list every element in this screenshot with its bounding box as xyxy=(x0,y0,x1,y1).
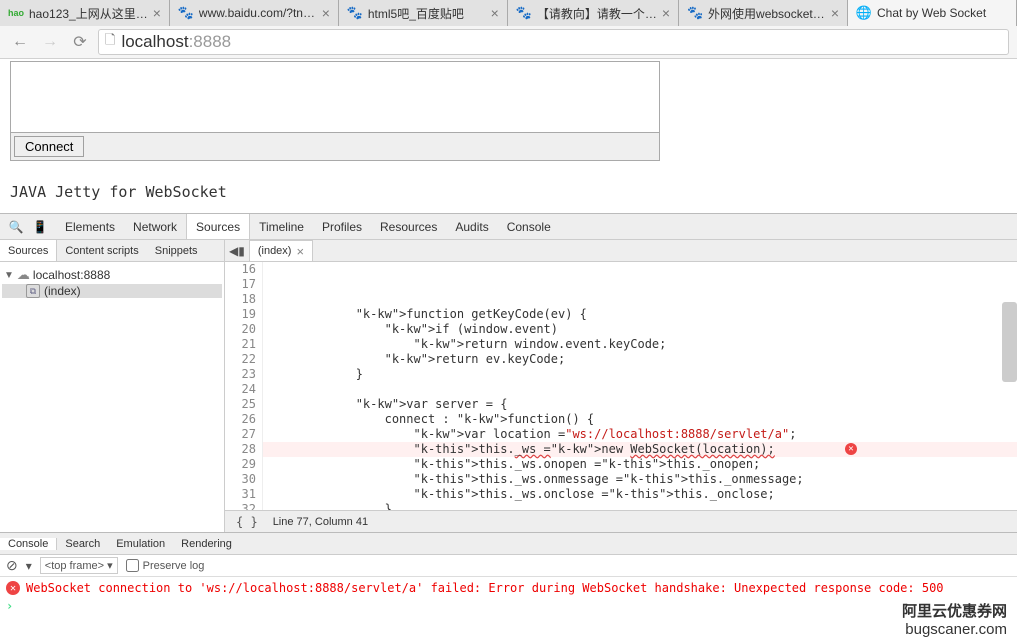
preserve-log-input[interactable] xyxy=(126,559,139,572)
tab-audits[interactable]: Audits xyxy=(446,214,497,239)
console-error-msg[interactable]: ✕ WebSocket connection to 'ws://localhos… xyxy=(0,579,1017,597)
tab-resources[interactable]: Resources xyxy=(371,214,446,239)
tab-title: www.baidu.com/?tn… xyxy=(199,6,317,20)
forward-button[interactable]: → xyxy=(38,30,62,54)
close-icon[interactable]: × xyxy=(322,6,330,20)
triangle-down-icon: ▼ xyxy=(4,270,14,281)
close-icon[interactable]: × xyxy=(296,244,304,259)
error-text: WebSocket connection to 'ws://localhost:… xyxy=(26,581,944,595)
sidebar-tab-content-scripts[interactable]: Content scripts xyxy=(57,240,146,261)
console-prompt[interactable]: › xyxy=(0,597,1017,615)
devtools: 🔍 📱 Elements Network Sources Timeline Pr… xyxy=(0,213,1017,615)
sidebar-tabs: Sources Content scripts Snippets xyxy=(0,240,224,262)
scrollbar-thumb[interactable] xyxy=(1002,302,1017,382)
browser-tab[interactable]: 🐾 外网使用websocket… × xyxy=(679,0,848,26)
favicon-baidu: 🐾 xyxy=(347,5,363,21)
close-icon[interactable]: × xyxy=(662,6,670,20)
sources-sidebar: Sources Content scripts Snippets ▼ ☁ loc… xyxy=(0,240,225,532)
tab-console[interactable]: Console xyxy=(498,214,560,239)
console-drawer: Console Search Emulation Rendering ⊘ ▾ <… xyxy=(0,532,1017,615)
tree-file-index[interactable]: ⧉ (index) xyxy=(2,284,222,298)
watermark: 阿里云优惠券网 bugscaner.com xyxy=(902,603,1007,641)
page-icon: ⧉ xyxy=(26,284,40,298)
connect-row: Connect xyxy=(10,133,660,161)
file-tab-label: (index) xyxy=(258,245,292,257)
file-label: (index) xyxy=(44,284,81,298)
browser-tab[interactable]: 🐾 html5吧_百度贴吧 × xyxy=(339,0,508,26)
page-content: Connect JAVA Jetty for WebSocket xyxy=(0,61,1017,201)
tab-title: hao123_上网从这里… xyxy=(29,5,148,22)
close-icon[interactable]: × xyxy=(831,6,839,20)
source-file-tab[interactable]: (index) × xyxy=(249,240,313,261)
page-footer-text: JAVA Jetty for WebSocket xyxy=(10,183,1007,201)
devtools-body: Sources Content scripts Snippets ▼ ☁ loc… xyxy=(0,240,1017,532)
preserve-log-checkbox[interactable]: Preserve log xyxy=(126,559,205,572)
tab-title: 【请教向】请教一个… xyxy=(537,5,657,22)
chevron-right-icon: › xyxy=(6,599,13,613)
close-icon[interactable]: × xyxy=(153,6,161,20)
sidebar-tab-snippets[interactable]: Snippets xyxy=(147,240,206,261)
url-bar: ← → ⟳ 🗋 localhost:8888 xyxy=(0,26,1017,59)
source-status-bar: { } Line 77, Column 41 xyxy=(225,510,1017,532)
back-button[interactable]: ← xyxy=(8,30,32,54)
cloud-icon: ☁ xyxy=(17,267,30,283)
console-tabs: Console Search Emulation Rendering xyxy=(0,533,1017,555)
code-editor[interactable]: 1617181920212223242526272829303132 "k-kw… xyxy=(225,262,1017,510)
device-icon[interactable]: 📱 xyxy=(28,215,52,239)
favicon-globe: 🌐 xyxy=(856,5,872,21)
origin-label: localhost:8888 xyxy=(33,268,110,282)
file-nav-icons[interactable]: ◀▮ xyxy=(229,244,245,258)
browser-tabs-bar: hao hao123_上网从这里… × 🐾 www.baidu.com/?tn…… xyxy=(0,0,1017,26)
tab-title: 外网使用websocket… xyxy=(708,5,826,22)
console-messages: ✕ WebSocket connection to 'ws://localhos… xyxy=(0,577,1017,615)
tab-title: Chat by Web Socket xyxy=(877,6,1008,20)
error-icon: ✕ xyxy=(6,581,20,595)
favicon-baidu: 🐾 xyxy=(687,5,703,21)
console-tab-search[interactable]: Search xyxy=(57,538,108,550)
page-icon: 🗋 xyxy=(105,31,115,53)
source-file-tabs: ◀▮ (index) × xyxy=(225,240,1017,262)
devtools-main-tabs: Elements Network Sources Timeline Profil… xyxy=(56,214,560,239)
filter-icon[interactable]: ▾ xyxy=(26,559,32,573)
tab-sources[interactable]: Sources xyxy=(186,214,250,239)
cursor-position: Line 77, Column 41 xyxy=(273,516,368,528)
chat-textarea[interactable] xyxy=(10,61,660,133)
tab-network[interactable]: Network xyxy=(124,214,186,239)
source-panel: ◀▮ (index) × 161718192021222324252627282… xyxy=(225,240,1017,532)
browser-tab[interactable]: 🐾 【请教向】请教一个… × xyxy=(508,0,679,26)
favicon-hao123: hao xyxy=(8,5,24,21)
tree-origin[interactable]: ▼ ☁ localhost:8888 xyxy=(2,266,222,284)
file-tree: ▼ ☁ localhost:8888 ⧉ (index) xyxy=(0,262,224,302)
browser-tab[interactable]: 🐾 www.baidu.com/?tn… × xyxy=(170,0,339,26)
tab-title: html5吧_百度贴吧 xyxy=(368,5,486,22)
clear-console-icon[interactable]: ⊘ xyxy=(6,557,18,574)
line-gutter: 1617181920212223242526272829303132 xyxy=(225,262,263,510)
browser-tab-active[interactable]: 🌐 Chat by Web Socket xyxy=(848,0,1017,26)
tab-profiles[interactable]: Profiles xyxy=(313,214,371,239)
favicon-baidu: 🐾 xyxy=(178,5,194,21)
pretty-print-icon[interactable]: { } xyxy=(231,515,263,529)
browser-tab[interactable]: hao hao123_上网从这里… × xyxy=(0,0,170,26)
tab-timeline[interactable]: Timeline xyxy=(250,214,313,239)
url-text: localhost:8888 xyxy=(121,32,231,52)
tab-elements[interactable]: Elements xyxy=(56,214,124,239)
address-bar[interactable]: 🗋 localhost:8888 xyxy=(98,29,1009,55)
favicon-baidu: 🐾 xyxy=(516,5,532,21)
connect-button[interactable]: Connect xyxy=(14,136,84,157)
frame-selector[interactable]: <top frame>▾ xyxy=(40,557,118,574)
console-tab-console[interactable]: Console xyxy=(0,538,57,550)
inspect-icon[interactable]: 🔍 xyxy=(4,215,28,239)
error-marker-icon[interactable]: ✕ xyxy=(845,443,857,455)
reload-button[interactable]: ⟳ xyxy=(68,30,92,54)
sidebar-tab-sources[interactable]: Sources xyxy=(0,240,57,261)
code-content: "k-kw">function getKeyCode(ev) { "k-kw">… xyxy=(263,262,1017,510)
devtools-toolbar: 🔍 📱 Elements Network Sources Timeline Pr… xyxy=(0,214,1017,240)
console-tab-rendering[interactable]: Rendering xyxy=(173,538,240,550)
console-toolbar: ⊘ ▾ <top frame>▾ Preserve log xyxy=(0,555,1017,577)
console-tab-emulation[interactable]: Emulation xyxy=(108,538,173,550)
close-icon[interactable]: × xyxy=(491,6,499,20)
